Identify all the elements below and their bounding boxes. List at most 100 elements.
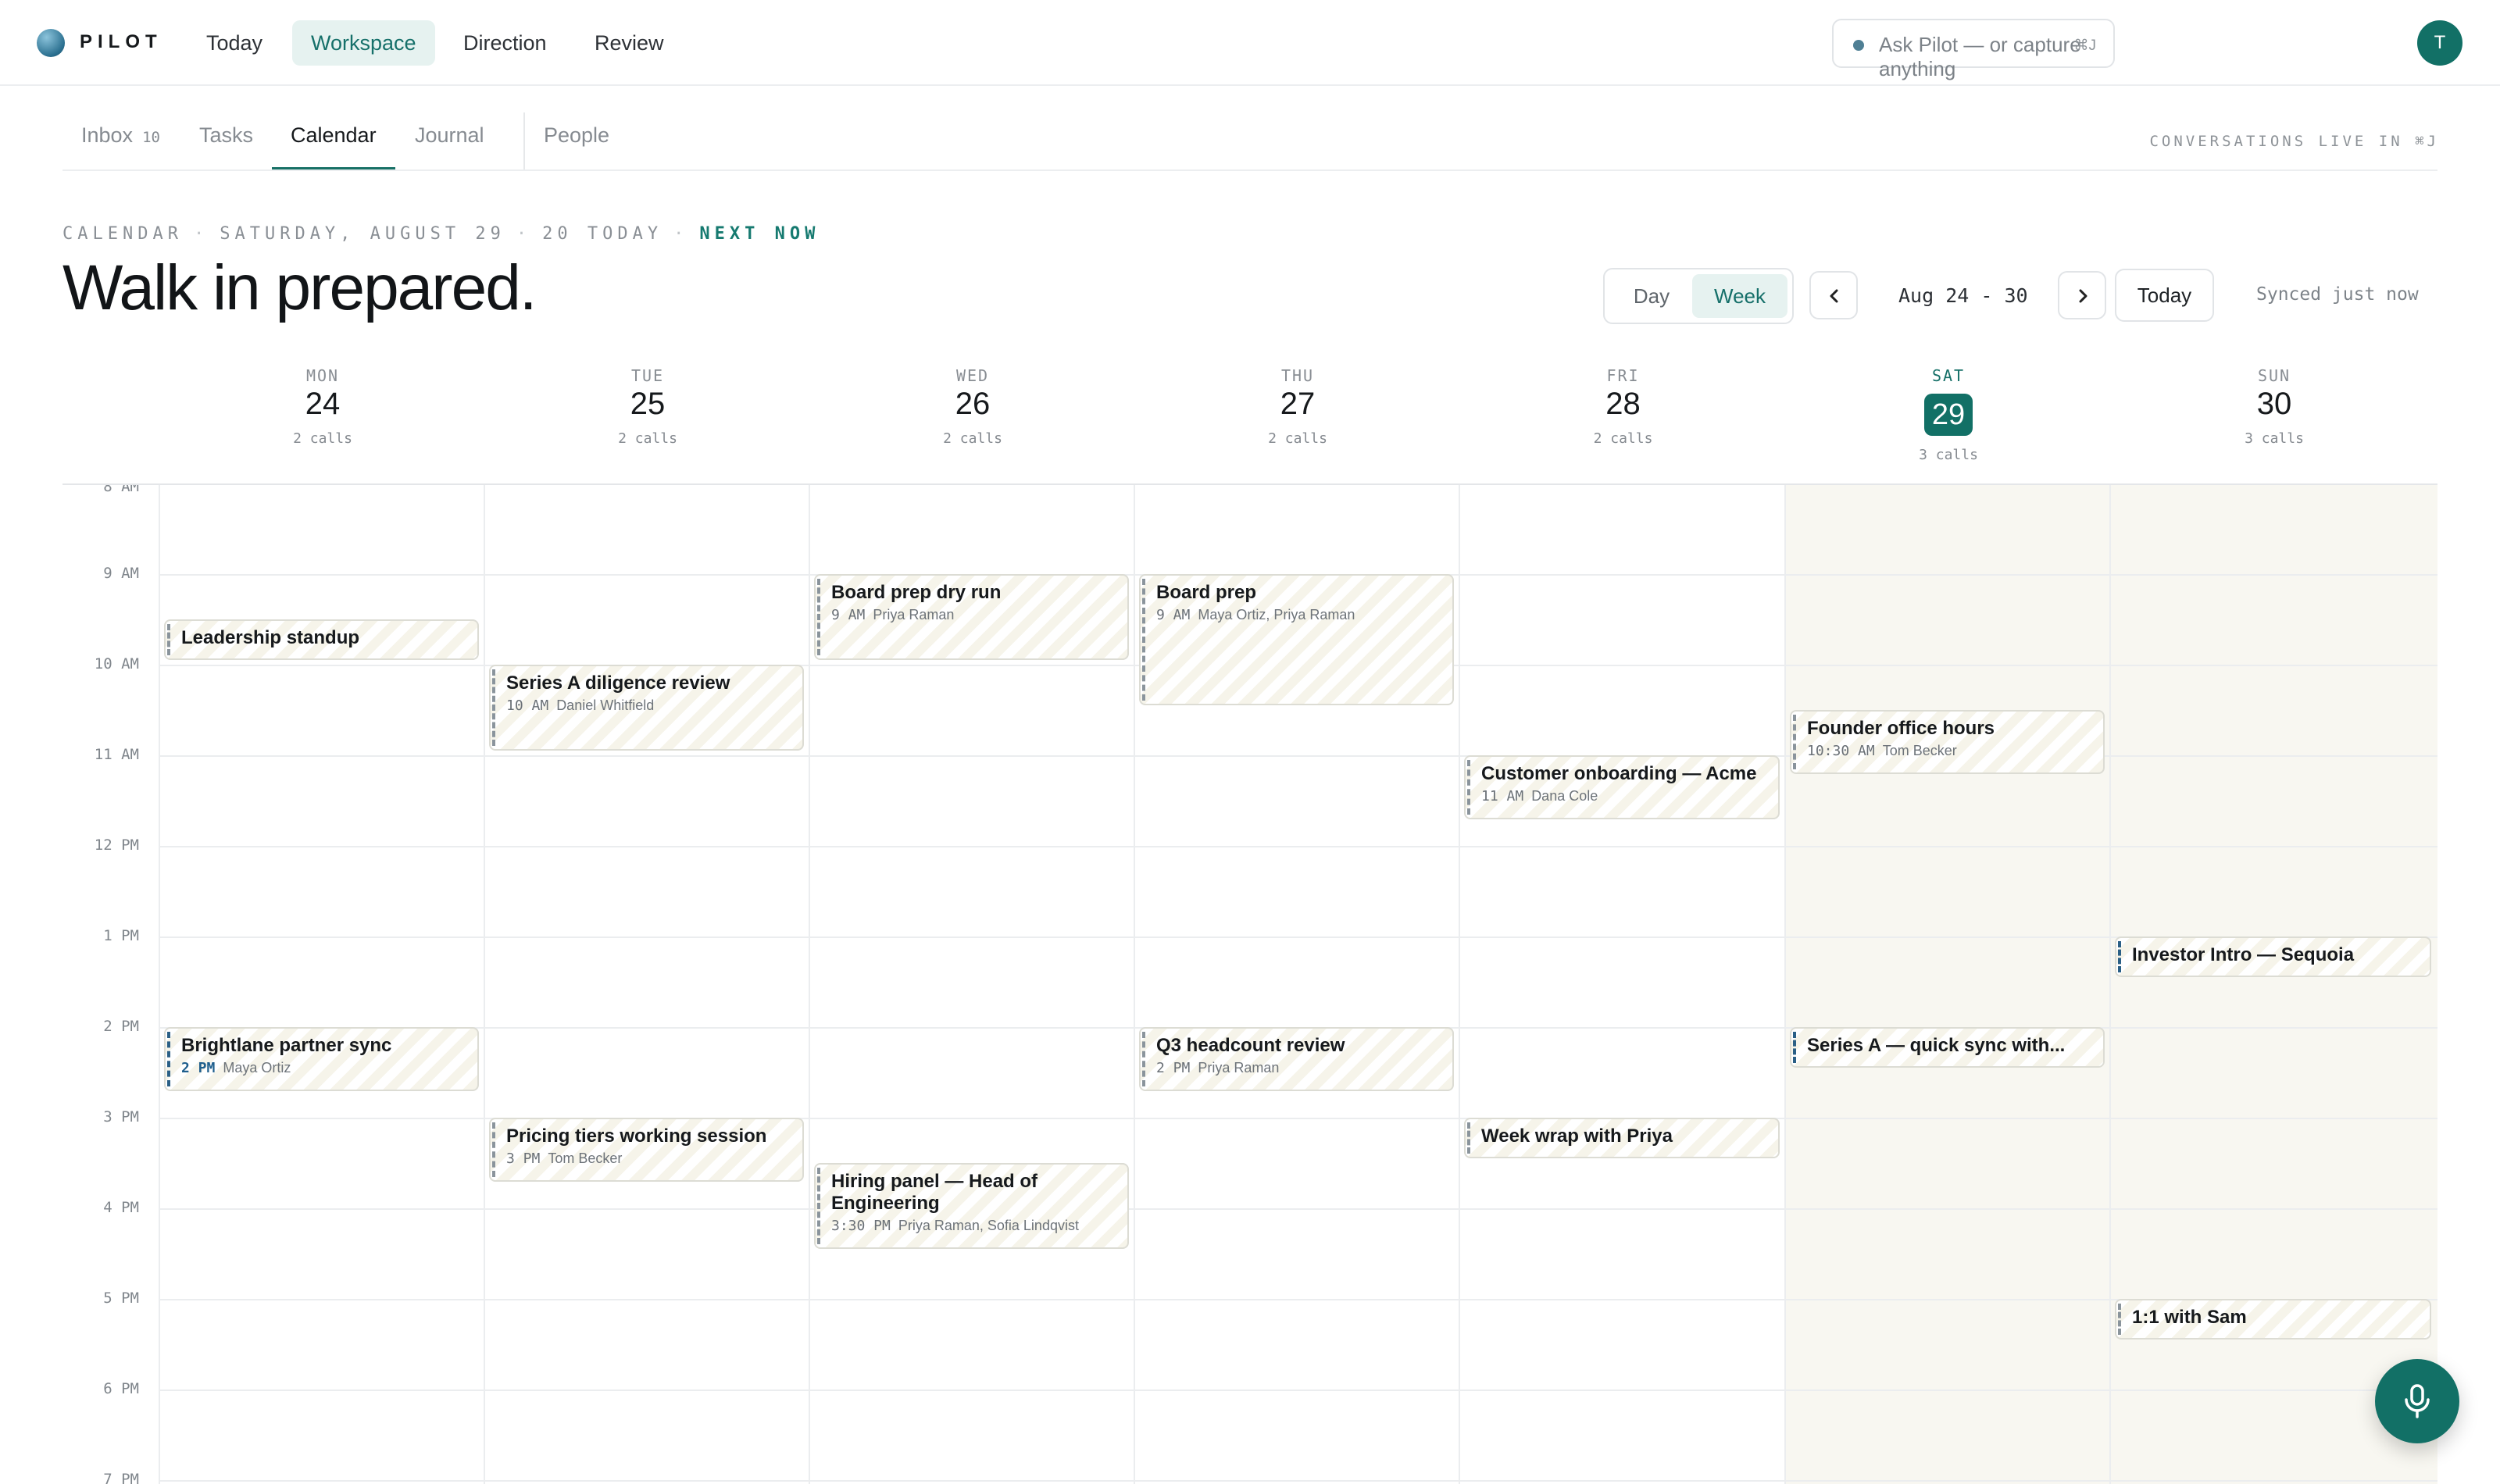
day-calls: 3 calls: [2245, 430, 2304, 447]
sync-status: Synced just now: [2256, 284, 2419, 305]
tab-tasks[interactable]: Tasks: [199, 123, 253, 170]
event-title: Board prep: [1156, 582, 1257, 603]
calendar-day-headers: MON 24 2 calls TUE 25 2 calls WED 26 2 c…: [62, 346, 2438, 485]
day-number: 27: [1280, 387, 1316, 421]
hour-label: 7 PM: [103, 1471, 139, 1484]
tab-calendar-label: Calendar: [291, 123, 377, 147]
day-calls: 2 calls: [1268, 430, 1327, 447]
event-title: Leadership standup: [181, 627, 360, 648]
day-header-wed[interactable]: WED 26 2 calls: [810, 346, 1135, 483]
day-header-mon[interactable]: MON 24 2 calls: [160, 346, 485, 483]
event-meta: 9 AM Priya Raman: [831, 607, 1116, 623]
day-name: MON: [305, 366, 340, 385]
event-board-prep[interactable]: Board prep 9 AM Maya Ortiz, Priya Raman: [1139, 574, 1454, 705]
event-series-a-diligence-review[interactable]: Series A diligence review 10 AM Daniel Wh…: [489, 665, 804, 751]
today-date-badge: 29: [1924, 394, 1973, 436]
hour-line: [160, 1299, 2438, 1300]
event-title: Hiring panel — Head of Engineering: [831, 1171, 1038, 1214]
event-time: 10:30 AM: [1807, 743, 1875, 759]
event-title: Founder office hours: [1807, 718, 1995, 739]
next-week-button[interactable]: [2058, 271, 2106, 319]
day-header-sun[interactable]: SUN 30 3 calls: [2111, 346, 2438, 483]
day-header-sat[interactable]: SAT 29 3 calls: [1786, 346, 2111, 483]
tab-people-label: People: [544, 123, 610, 147]
hour-line: [160, 936, 2438, 938]
column-divider: [2109, 346, 2111, 1484]
event-founder-office-hours[interactable]: Founder office hours 10:30 AM Tom Becker: [1790, 710, 2105, 774]
day-calls: 2 calls: [293, 430, 352, 447]
today-button[interactable]: Today: [2115, 269, 2214, 322]
event-time: 9 AM: [1156, 607, 1191, 623]
prev-week-button[interactable]: [1809, 271, 1858, 319]
event-brightlane-partner-sync[interactable]: Brightlane partner sync 2 PM Maya Ortiz: [164, 1027, 479, 1091]
kicker-today-count: 20 TODAY: [542, 224, 663, 244]
tab-journal-label: Journal: [415, 123, 484, 147]
event-people: Tom Becker: [548, 1150, 623, 1166]
event-1-1-with-sam[interactable]: 1:1 with Sam: [2115, 1299, 2431, 1340]
event-board-prep-dry-run[interactable]: Board prep dry run 9 AM Priya Raman: [814, 574, 1129, 660]
conversations-note: CONVERSATIONS LIVE IN ⌘J: [2149, 133, 2439, 150]
tab-inbox[interactable]: Inbox 10: [81, 123, 160, 170]
event-time: 3 PM: [506, 1150, 541, 1167]
event-title: Customer onboarding — Acme: [1481, 763, 1757, 784]
event-title: 1:1 with Sam: [2132, 1307, 2247, 1328]
column-divider: [484, 346, 485, 1484]
kicker-next-now[interactable]: NEXT NOW: [699, 224, 820, 244]
tab-inbox-count: 10: [142, 129, 160, 146]
hour-label: 2 PM: [103, 1018, 139, 1035]
day-number: 30: [2256, 387, 2292, 421]
voice-capture-button[interactable]: [2375, 1359, 2459, 1443]
nav-workspace[interactable]: Workspace: [292, 20, 435, 66]
hour-label: 1 PM: [103, 927, 139, 944]
kicker-section: CALENDAR: [62, 224, 183, 244]
hour-line: [160, 1208, 2438, 1210]
event-investor-intro-sequoia[interactable]: Investor Intro — Sequoia: [2115, 936, 2431, 977]
event-meta: 10:30 AM Tom Becker: [1807, 743, 2092, 759]
day-calls: 3 calls: [1919, 447, 1978, 463]
chevron-right-icon: [2079, 289, 2088, 303]
event-q3-headcount-review[interactable]: Q3 headcount review 2 PM Priya Raman: [1139, 1027, 1454, 1091]
event-title: Q3 headcount review: [1156, 1035, 1345, 1056]
event-title: Week wrap with Priya: [1481, 1125, 1673, 1147]
pilot-logo-icon[interactable]: [37, 29, 65, 57]
event-week-wrap-priya[interactable]: Week wrap with Priya: [1464, 1118, 1780, 1158]
nav-review[interactable]: Review: [576, 20, 683, 66]
kicker-date: SATURDAY, AUGUST 29: [220, 224, 505, 244]
day-header-thu[interactable]: THU 27 2 calls: [1135, 346, 1460, 483]
app-logo-text[interactable]: PILOT: [80, 31, 162, 53]
hour-label: 5 PM: [103, 1290, 139, 1307]
event-people: Maya Ortiz, Priya Raman: [1198, 607, 1355, 622]
view-week-button[interactable]: Week: [1692, 274, 1788, 318]
calendar-breadcrumb: CALENDAR · SATURDAY, AUGUST 29 · 20 TODAY · NE…: [62, 224, 820, 244]
tab-people[interactable]: People: [544, 123, 609, 170]
event-pricing-tiers-session[interactable]: Pricing tiers working session 3 PM Tom Be…: [489, 1118, 804, 1182]
event-customer-onboarding-acme[interactable]: Customer onboarding — Acme 11 AM Dana Col…: [1464, 755, 1780, 819]
day-name: FRI: [1606, 366, 1640, 385]
nav-direction[interactable]: Direction: [445, 20, 566, 66]
view-toggle: Day Week: [1603, 268, 1794, 324]
day-number: 28: [1605, 387, 1641, 421]
day-number: 24: [305, 387, 341, 421]
event-hiring-panel[interactable]: Hiring panel — Head of Engineering 3:30 …: [814, 1163, 1129, 1249]
event-people: Priya Raman, Sofia Lindqvist: [898, 1218, 1079, 1233]
column-divider: [159, 346, 160, 1484]
event-series-a-quick-sync[interactable]: Series A — quick sync with...: [1790, 1027, 2105, 1068]
ask-pilot-input[interactable]: Ask Pilot — or capture anything ⌘J: [1832, 19, 2115, 80]
event-title: Brightlane partner sync: [181, 1035, 392, 1056]
nav-today[interactable]: Today: [188, 20, 281, 66]
day-header-fri[interactable]: FRI 28 2 calls: [1460, 346, 1786, 483]
event-leadership-standup[interactable]: Leadership standup: [164, 619, 479, 660]
tab-calendar[interactable]: Calendar: [291, 123, 377, 170]
tab-journal[interactable]: Journal: [415, 123, 484, 170]
view-day-button[interactable]: Day: [1611, 274, 1692, 318]
event-title: Pricing tiers working session: [506, 1125, 767, 1147]
event-time: 2 PM: [1156, 1060, 1191, 1076]
day-number: 25: [630, 387, 666, 421]
page-title: Walk in prepared.: [62, 252, 538, 323]
event-meta: 11 AM Dana Cole: [1481, 788, 1767, 804]
user-avatar[interactable]: T: [2417, 20, 2462, 66]
event-time: 9 AM: [831, 607, 866, 623]
day-header-tue[interactable]: TUE 25 2 calls: [485, 346, 810, 483]
event-meta: 2 PM Maya Ortiz: [181, 1060, 466, 1076]
day-name: THU: [1280, 366, 1315, 385]
